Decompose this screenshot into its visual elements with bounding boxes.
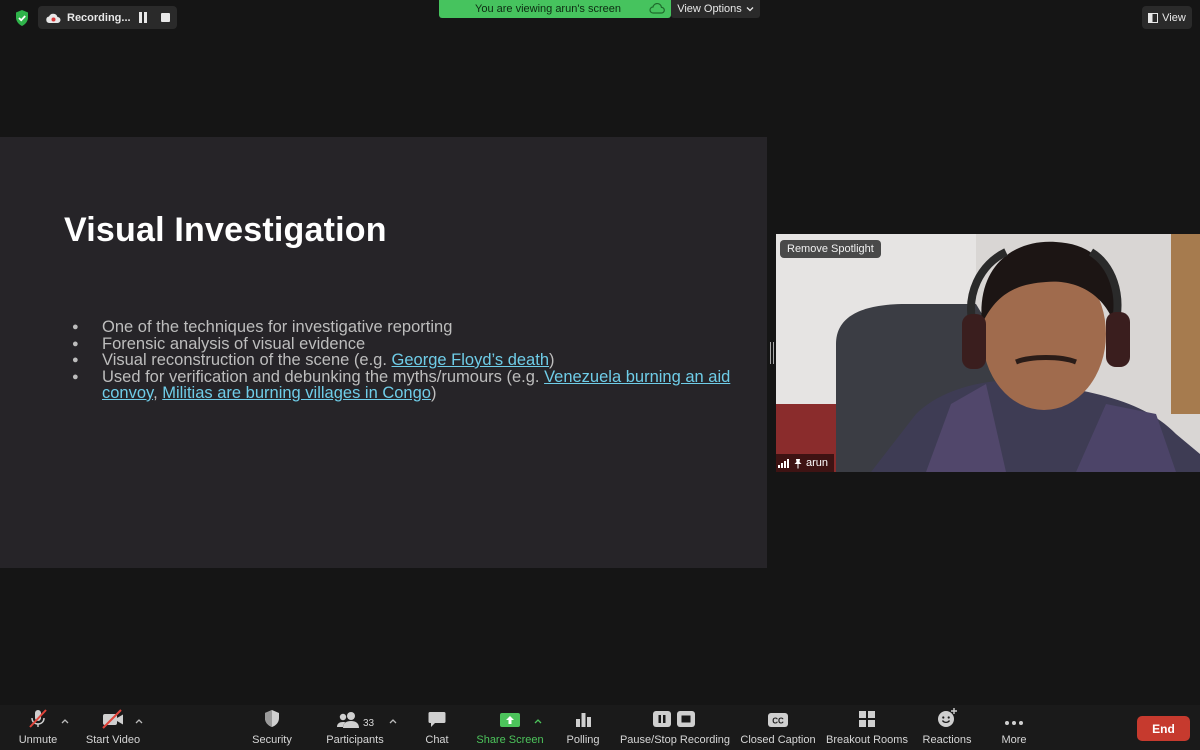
recording-indicator: Recording...: [38, 6, 177, 29]
stop-recording-icon[interactable]: [161, 13, 170, 22]
more-button[interactable]: More: [994, 705, 1034, 750]
bullet-text: One of the techniques for investigative …: [102, 318, 453, 336]
closed-caption-label: Closed Caption: [740, 734, 816, 746]
slide-bullet-list: One of the techniques for investigative …: [72, 319, 732, 402]
chat-bubble-icon: [428, 712, 446, 727]
view-button[interactable]: View: [1142, 6, 1192, 29]
panel-resize-handle[interactable]: [770, 342, 774, 364]
breakout-rooms-label: Breakout Rooms: [826, 734, 908, 746]
participant-name: arun: [806, 457, 829, 469]
unmute-button[interactable]: Unmute: [10, 705, 66, 750]
bullet-item: Used for verification and debunking the …: [72, 367, 732, 402]
pause-recording-icon[interactable]: [138, 12, 148, 23]
breakout-rooms-button[interactable]: Breakout Rooms: [826, 705, 908, 750]
bullet-item: Visual reconstruction of the scene (e.g.…: [72, 352, 732, 369]
pin-icon: [794, 458, 802, 468]
pause-stop-recording-label: Pause/Stop Recording: [619, 734, 731, 746]
start-video-label: Start Video: [85, 734, 141, 746]
zoom-meeting-window: Recording... You are viewing arun's scre…: [0, 0, 1200, 750]
polling-button[interactable]: Polling: [564, 705, 602, 750]
participants-label: Participants: [326, 734, 384, 746]
audio-options-caret-icon[interactable]: [60, 717, 70, 725]
george-floyd-link[interactable]: George Floyd’s death: [392, 351, 549, 369]
closed-caption-icon: CC: [768, 713, 788, 727]
participant-count: 33: [362, 718, 375, 729]
recording-label: Recording...: [67, 11, 131, 24]
bullet-item: One of the techniques for investigative …: [72, 319, 732, 336]
participant-video-tile: Remove Spotlight arun: [776, 234, 1200, 472]
viewing-screen-banner: You are viewing arun's screen: [439, 0, 671, 18]
svg-text:CC: CC: [772, 717, 784, 726]
participants-icon: [336, 712, 359, 728]
chat-button[interactable]: Chat: [420, 705, 454, 750]
muted-microphone-icon: [29, 709, 47, 728]
chat-label: Chat: [425, 734, 449, 746]
congo-militias-link[interactable]: Militias are burning villages in Congo: [162, 384, 431, 402]
security-label: Security: [252, 734, 292, 746]
security-shield-icon[interactable]: [12, 8, 32, 28]
unmute-label: Unmute: [18, 734, 58, 746]
pause-stop-recording-icon: [653, 711, 695, 727]
security-shield-icon: [265, 710, 279, 727]
chevron-down-icon: [746, 7, 754, 12]
polling-bar-chart-icon: [576, 713, 591, 727]
meeting-toolbar: Unmute Start Video Security 33 Participa…: [0, 705, 1200, 750]
participants-options-caret-icon[interactable]: [388, 717, 398, 725]
viewing-screen-text: You are viewing arun's screen: [475, 3, 622, 15]
participant-name-tag: arun: [776, 454, 835, 472]
closed-caption-button[interactable]: CC Closed Caption: [740, 705, 816, 750]
view-label: View: [1162, 11, 1186, 24]
share-screen-icon: [500, 713, 520, 727]
security-button[interactable]: Security: [248, 705, 296, 750]
bullet-item: Forensic analysis of visual evidence: [72, 334, 732, 353]
video-options-caret-icon[interactable]: [134, 717, 144, 725]
remove-spotlight-button[interactable]: Remove Spotlight: [780, 240, 881, 258]
bullet-text: Visual reconstruction of the scene (e.g.: [102, 351, 392, 369]
video-off-icon: [102, 709, 123, 729]
polling-label: Polling: [566, 734, 600, 746]
bullet-text: Used for verification and debunking the …: [102, 367, 545, 386]
bullet-text: ): [430, 384, 437, 402]
shared-screen-slide: Visual Investigation One of the techniqu…: [0, 137, 767, 568]
view-options-label: View Options: [677, 3, 742, 15]
slide-title: Visual Investigation: [64, 211, 387, 249]
participants-button[interactable]: 33 Participants: [325, 705, 385, 750]
start-video-button[interactable]: Start Video: [82, 705, 144, 750]
breakout-rooms-grid-icon: [859, 711, 875, 727]
cloud-recording-icon: [46, 13, 61, 23]
share-screen-label: Share Screen: [476, 734, 544, 746]
bullet-text: ): [549, 351, 555, 369]
reactions-label: Reactions: [922, 734, 972, 746]
view-options-button[interactable]: View Options: [671, 0, 760, 18]
reactions-emoji-icon: [938, 708, 957, 727]
share-screen-button[interactable]: Share Screen: [476, 705, 544, 750]
view-layout-icon: [1148, 12, 1159, 23]
bullet-text: Forensic analysis of visual evidence: [102, 334, 366, 353]
reactions-button[interactable]: Reactions: [920, 705, 974, 750]
more-label: More: [1001, 734, 1027, 746]
signal-strength-icon: [778, 459, 789, 468]
end-meeting-button[interactable]: End: [1137, 716, 1190, 741]
bullet-text: ,: [153, 384, 163, 402]
more-ellipsis-icon: [1005, 721, 1023, 725]
share-options-caret-icon[interactable]: [533, 717, 543, 725]
pause-stop-recording-button[interactable]: Pause/Stop Recording: [619, 705, 731, 750]
cloud-icon: [649, 3, 665, 14]
participant-video-feed: [776, 234, 1200, 472]
